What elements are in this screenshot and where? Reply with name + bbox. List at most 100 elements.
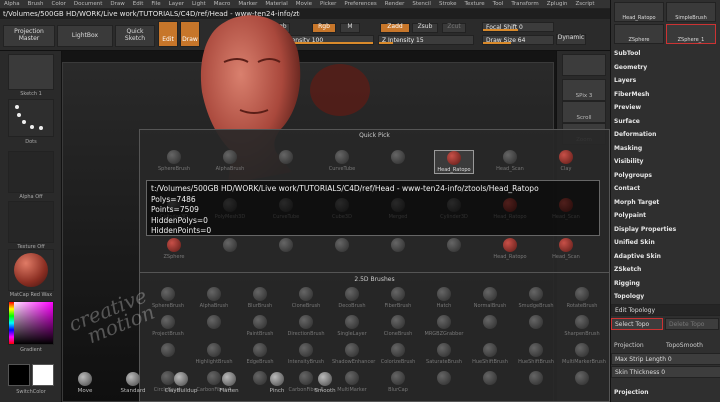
- brush-25d-item[interactable]: PaintBrush: [240, 315, 280, 337]
- subtool-menu-morph-target[interactable]: Morph Target: [614, 199, 659, 206]
- brush-25d-item[interactable]: MRGBZGrabber: [424, 315, 464, 337]
- brush-item[interactable]: Clay: [546, 150, 586, 172]
- brush-25d-item[interactable]: [516, 371, 556, 387]
- bpr-button[interactable]: [562, 54, 606, 76]
- subtool-menu-masking[interactable]: Masking: [614, 145, 642, 152]
- brush-25d-item[interactable]: SharpenBrush: [562, 315, 602, 337]
- subtool-menu-visibility[interactable]: Visibility: [614, 158, 643, 165]
- menu-item-zplugin[interactable]: Zplugin: [547, 1, 568, 7]
- brush-25d-item[interactable]: FiberBrush: [378, 287, 418, 309]
- subtool-menu-surface[interactable]: Surface: [614, 118, 640, 125]
- menu-item-document[interactable]: Document: [74, 1, 103, 7]
- brush-item[interactable]: ZSphere: [154, 238, 194, 260]
- brush-item[interactable]: Head_Ratopo: [434, 150, 474, 174]
- zcut-button[interactable]: Zcut: [442, 23, 466, 33]
- subtool-menu-polypaint[interactable]: Polypaint: [614, 212, 646, 219]
- spix-button[interactable]: SPix 3: [562, 79, 606, 101]
- select-topo-button[interactable]: Select Topo: [611, 318, 663, 330]
- menu-item-stencil[interactable]: Stencil: [412, 1, 431, 7]
- brush-25d-item[interactable]: Hatch: [424, 287, 464, 309]
- brush-25d-item[interactable]: BlurBrush: [240, 287, 280, 309]
- focal-shift-slider[interactable]: Focal Shift 0: [482, 22, 554, 32]
- menu-item-material[interactable]: Material: [265, 1, 287, 7]
- brush-25d-item[interactable]: [562, 371, 602, 387]
- sketch-thumbnail[interactable]: [8, 54, 54, 90]
- max-strip-length-slider[interactable]: Max Strip Length 0: [611, 353, 720, 365]
- menu-item-transform[interactable]: Transform: [511, 1, 538, 7]
- brush-25d-item[interactable]: NormalBrush: [470, 287, 510, 309]
- stroke-dots-thumbnail[interactable]: [8, 99, 54, 137]
- tool-zsphere-1[interactable]: ZSphere_1: [666, 24, 716, 44]
- brush-25d-item[interactable]: [470, 371, 510, 387]
- menu-item-picker[interactable]: Picker: [320, 1, 336, 7]
- tool-head-ratopo[interactable]: Head_Ratopo: [614, 2, 664, 22]
- brush-25d-item[interactable]: [516, 315, 556, 331]
- zadd-button[interactable]: Zadd: [380, 23, 410, 33]
- menu-item-tool[interactable]: Tool: [493, 1, 504, 7]
- topo-smooth-label[interactable]: TopoSmooth: [666, 342, 703, 349]
- subtool-menu-fibermesh[interactable]: FiberMesh: [614, 91, 649, 98]
- brush-25d-item[interactable]: DecoBrush: [332, 287, 372, 309]
- skin-thickness-slider[interactable]: Skin Thickness 0: [611, 366, 720, 378]
- brush-item[interactable]: [210, 238, 250, 254]
- bottom-brush-pinch[interactable]: Pinch: [260, 372, 294, 394]
- brush-25d-item[interactable]: [148, 343, 188, 359]
- tool-simplebrush[interactable]: SimpleBrush: [666, 2, 716, 22]
- draw-size-slider[interactable]: Draw Size 64: [482, 35, 554, 45]
- dynamic-button[interactable]: Dynamic: [556, 34, 586, 45]
- menu-item-texture[interactable]: Texture: [465, 1, 485, 7]
- tool-zsphere[interactable]: ZSphere: [614, 24, 664, 44]
- brush-item[interactable]: Head_Scan: [490, 150, 530, 172]
- subtool-menu-topology[interactable]: Topology: [614, 293, 644, 300]
- main-color-swatch[interactable]: [8, 364, 30, 386]
- brush-item[interactable]: Head_Scan: [546, 238, 586, 260]
- bottom-brush-smooth[interactable]: Smooth: [308, 372, 342, 394]
- scroll-button[interactable]: Scroll: [562, 101, 606, 123]
- subtool-menu-adaptive-skin[interactable]: Adaptive Skin: [614, 253, 661, 260]
- menu-item-light[interactable]: Light: [192, 1, 206, 7]
- bottom-brush-move[interactable]: Move: [68, 372, 102, 394]
- menu-item-macro[interactable]: Macro: [214, 1, 231, 7]
- projection-master-button[interactable]: Projection Master: [3, 25, 55, 47]
- subtool-menu-contact[interactable]: Contact: [614, 185, 640, 192]
- brush-item[interactable]: [322, 238, 362, 254]
- bottom-brush-claybuildup[interactable]: ClayBuildup: [164, 372, 198, 394]
- brush-item[interactable]: AlphaBrush: [210, 150, 250, 172]
- brush-item[interactable]: [378, 150, 418, 166]
- subtool-menu-preview[interactable]: Preview: [614, 104, 641, 111]
- brush-25d-item[interactable]: [470, 315, 510, 331]
- brush-item[interactable]: [378, 238, 418, 254]
- menu-item-stroke[interactable]: Stroke: [439, 1, 457, 7]
- quick-sketch-button[interactable]: Quick Sketch: [115, 25, 155, 47]
- menu-item-alpha[interactable]: Alpha: [4, 1, 20, 7]
- menu-item-color[interactable]: Color: [52, 1, 66, 7]
- delete-topo-button[interactable]: Delete Topo: [665, 318, 719, 330]
- bottom-brush-standard[interactable]: Standard: [116, 372, 150, 394]
- secondary-color-swatch[interactable]: [32, 364, 54, 386]
- projection-section[interactable]: Projection: [614, 389, 648, 396]
- menu-item-file[interactable]: File: [151, 1, 160, 7]
- brush-25d-item[interactable]: SmudgeBrush: [516, 287, 556, 309]
- subtool-menu-deformation[interactable]: Deformation: [614, 131, 656, 138]
- projection-label[interactable]: Projection: [614, 342, 644, 349]
- texture-thumbnail[interactable]: [8, 201, 54, 243]
- brush-item[interactable]: [434, 238, 474, 254]
- edit-topology-button[interactable]: Edit Topology: [611, 304, 720, 316]
- brush-25d-item[interactable]: HighlightBrush: [194, 343, 234, 365]
- subtool-menu-unified-skin[interactable]: Unified Skin: [614, 239, 655, 246]
- brush-25d-item[interactable]: HueShiftBrush: [470, 343, 510, 365]
- brush-25d-item[interactable]: CloneBrush: [378, 315, 418, 337]
- subtool-menu-rigging[interactable]: Rigging: [614, 280, 640, 287]
- subtool-menu-display-properties[interactable]: Display Properties: [614, 226, 676, 233]
- menu-item-brush[interactable]: Brush: [28, 1, 44, 7]
- zsub-button[interactable]: Zsub: [412, 23, 438, 33]
- z-intensity-slider[interactable]: Z Intensity 15: [378, 35, 474, 45]
- brush-item[interactable]: [266, 238, 306, 254]
- subtool-menu-geometry[interactable]: Geometry: [614, 64, 647, 71]
- switch-color-label[interactable]: SwitchColor: [8, 389, 54, 395]
- brush-25d-item[interactable]: [194, 315, 234, 331]
- menu-item-edit[interactable]: Edit: [133, 1, 144, 7]
- brush-item[interactable]: SphereBrush: [154, 150, 194, 172]
- menu-item-preferences[interactable]: Preferences: [344, 1, 376, 7]
- material-thumbnail[interactable]: [8, 249, 54, 291]
